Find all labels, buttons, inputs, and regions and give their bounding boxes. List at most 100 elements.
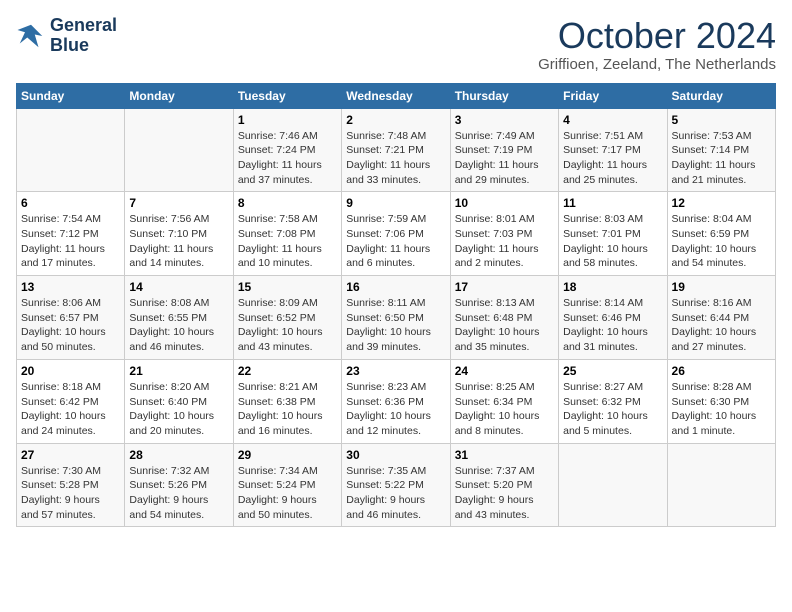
day-number: 18 xyxy=(563,280,662,294)
day-info: Sunrise: 8:28 AM Sunset: 6:30 PM Dayligh… xyxy=(672,380,771,439)
day-number: 30 xyxy=(346,448,445,462)
day-info: Sunrise: 8:16 AM Sunset: 6:44 PM Dayligh… xyxy=(672,296,771,355)
calendar-cell: 26Sunrise: 8:28 AM Sunset: 6:30 PM Dayli… xyxy=(667,359,775,443)
logo-text: General Blue xyxy=(50,16,117,56)
calendar-week-row: 20Sunrise: 8:18 AM Sunset: 6:42 PM Dayli… xyxy=(17,359,776,443)
calendar-cell: 14Sunrise: 8:08 AM Sunset: 6:55 PM Dayli… xyxy=(125,276,233,360)
day-info: Sunrise: 7:53 AM Sunset: 7:14 PM Dayligh… xyxy=(672,129,771,188)
calendar-cell: 20Sunrise: 8:18 AM Sunset: 6:42 PM Dayli… xyxy=(17,359,125,443)
calendar-cell: 7 Sunrise: 7:56 AM Sunset: 7:10 PM Daylig… xyxy=(125,192,233,276)
weekday-header-row: SundayMondayTuesdayWednesdayThursdayFrid… xyxy=(17,83,776,108)
calendar-cell: 30 Sunrise: 7:35 AM Sunset: 5:22 PM Dayli… xyxy=(342,443,450,527)
day-number: 16 xyxy=(346,280,445,294)
day-info: Sunrise: 7:30 AM Sunset: 5:28 PM Dayligh… xyxy=(21,464,120,523)
logo-icon xyxy=(16,21,46,51)
logo: General Blue xyxy=(16,16,117,56)
day-number: 9 xyxy=(346,196,445,210)
calendar-cell: 18 Sunrise: 8:14 AM Sunset: 6:46 PM Dayli… xyxy=(559,276,667,360)
day-number: 11 xyxy=(563,196,662,210)
calendar-cell: 11 Sunrise: 8:03 AM Sunset: 7:01 PM Dayli… xyxy=(559,192,667,276)
day-info: Sunrise: 8:11 AM Sunset: 6:50 PM Dayligh… xyxy=(346,296,445,355)
calendar-cell: 13 Sunrise: 8:06 AM Sunset: 6:57 PM Dayli… xyxy=(17,276,125,360)
day-number: 28 xyxy=(129,448,228,462)
day-info: Sunrise: 8:04 AM Sunset: 6:59 PM Dayligh… xyxy=(672,212,771,271)
day-number: 19 xyxy=(672,280,771,294)
day-number: 25 xyxy=(563,364,662,378)
calendar-cell: 28 Sunrise: 7:32 AM Sunset: 5:26 PM Dayli… xyxy=(125,443,233,527)
day-info: Sunrise: 7:32 AM Sunset: 5:26 PM Dayligh… xyxy=(129,464,228,523)
day-number: 22 xyxy=(238,364,337,378)
day-info: Sunrise: 8:08 AM Sunset: 6:55 PM Dayligh… xyxy=(129,296,228,355)
weekday-header: Monday xyxy=(125,83,233,108)
calendar-cell: 25 Sunrise: 8:27 AM Sunset: 6:32 PM Dayli… xyxy=(559,359,667,443)
calendar-cell: 23Sunrise: 8:23 AM Sunset: 6:36 PM Dayli… xyxy=(342,359,450,443)
day-info: Sunrise: 8:27 AM Sunset: 6:32 PM Dayligh… xyxy=(563,380,662,439)
day-info: Sunrise: 8:14 AM Sunset: 6:46 PM Dayligh… xyxy=(563,296,662,355)
day-number: 23 xyxy=(346,364,445,378)
day-info: Sunrise: 7:59 AM Sunset: 7:06 PM Dayligh… xyxy=(346,212,445,271)
day-info: Sunrise: 8:18 AM Sunset: 6:42 PM Dayligh… xyxy=(21,380,120,439)
calendar-cell: 15 Sunrise: 8:09 AM Sunset: 6:52 PM Dayli… xyxy=(233,276,341,360)
day-number: 5 xyxy=(672,113,771,127)
day-info: Sunrise: 8:25 AM Sunset: 6:34 PM Dayligh… xyxy=(455,380,554,439)
day-info: Sunrise: 7:54 AM Sunset: 7:12 PM Dayligh… xyxy=(21,212,120,271)
calendar-cell: 5 Sunrise: 7:53 AM Sunset: 7:14 PM Daylig… xyxy=(667,108,775,192)
day-number: 13 xyxy=(21,280,120,294)
calendar-cell: 2 Sunrise: 7:48 AM Sunset: 7:21 PM Daylig… xyxy=(342,108,450,192)
calendar-cell: 19 Sunrise: 8:16 AM Sunset: 6:44 PM Dayli… xyxy=(667,276,775,360)
weekday-header: Saturday xyxy=(667,83,775,108)
day-number: 7 xyxy=(129,196,228,210)
day-number: 15 xyxy=(238,280,337,294)
calendar-cell: 22 Sunrise: 8:21 AM Sunset: 6:38 PM Dayli… xyxy=(233,359,341,443)
calendar-week-row: 6 Sunrise: 7:54 AM Sunset: 7:12 PM Daylig… xyxy=(17,192,776,276)
calendar-cell: 9 Sunrise: 7:59 AM Sunset: 7:06 PM Daylig… xyxy=(342,192,450,276)
calendar-cell xyxy=(125,108,233,192)
calendar-cell: 17Sunrise: 8:13 AM Sunset: 6:48 PM Dayli… xyxy=(450,276,558,360)
calendar-week-row: 13 Sunrise: 8:06 AM Sunset: 6:57 PM Dayli… xyxy=(17,276,776,360)
day-number: 12 xyxy=(672,196,771,210)
calendar-week-row: 27 Sunrise: 7:30 AM Sunset: 5:28 PM Dayli… xyxy=(17,443,776,527)
day-number: 24 xyxy=(455,364,554,378)
day-info: Sunrise: 8:21 AM Sunset: 6:38 PM Dayligh… xyxy=(238,380,337,439)
day-info: Sunrise: 7:37 AM Sunset: 5:20 PM Dayligh… xyxy=(455,464,554,523)
day-info: Sunrise: 7:56 AM Sunset: 7:10 PM Dayligh… xyxy=(129,212,228,271)
calendar-cell: 16 Sunrise: 8:11 AM Sunset: 6:50 PM Dayli… xyxy=(342,276,450,360)
day-number: 21 xyxy=(129,364,228,378)
weekday-header: Tuesday xyxy=(233,83,341,108)
day-info: Sunrise: 7:34 AM Sunset: 5:24 PM Dayligh… xyxy=(238,464,337,523)
day-number: 1 xyxy=(238,113,337,127)
day-info: Sunrise: 8:20 AM Sunset: 6:40 PM Dayligh… xyxy=(129,380,228,439)
day-info: Sunrise: 8:03 AM Sunset: 7:01 PM Dayligh… xyxy=(563,212,662,271)
day-info: Sunrise: 7:51 AM Sunset: 7:17 PM Dayligh… xyxy=(563,129,662,188)
calendar-cell xyxy=(17,108,125,192)
day-number: 6 xyxy=(21,196,120,210)
calendar-cell: 8 Sunrise: 7:58 AM Sunset: 7:08 PM Daylig… xyxy=(233,192,341,276)
day-number: 31 xyxy=(455,448,554,462)
calendar-week-row: 1Sunrise: 7:46 AM Sunset: 7:24 PM Daylig… xyxy=(17,108,776,192)
day-info: Sunrise: 8:09 AM Sunset: 6:52 PM Dayligh… xyxy=(238,296,337,355)
calendar-cell: 12 Sunrise: 8:04 AM Sunset: 6:59 PM Dayli… xyxy=(667,192,775,276)
day-number: 3 xyxy=(455,113,554,127)
day-number: 29 xyxy=(238,448,337,462)
month-title: October 2024 xyxy=(538,16,776,56)
day-number: 27 xyxy=(21,448,120,462)
calendar-cell: 29 Sunrise: 7:34 AM Sunset: 5:24 PM Dayli… xyxy=(233,443,341,527)
day-info: Sunrise: 8:06 AM Sunset: 6:57 PM Dayligh… xyxy=(21,296,120,355)
weekday-header: Friday xyxy=(559,83,667,108)
day-number: 4 xyxy=(563,113,662,127)
weekday-header: Sunday xyxy=(17,83,125,108)
title-section: October 2024 Griffioen, Zeeland, The Net… xyxy=(538,16,776,73)
day-info: Sunrise: 7:35 AM Sunset: 5:22 PM Dayligh… xyxy=(346,464,445,523)
location-text: Griffioen, Zeeland, The Netherlands xyxy=(538,56,776,73)
day-info: Sunrise: 7:48 AM Sunset: 7:21 PM Dayligh… xyxy=(346,129,445,188)
day-number: 17 xyxy=(455,280,554,294)
day-info: Sunrise: 7:49 AM Sunset: 7:19 PM Dayligh… xyxy=(455,129,554,188)
calendar-cell: 1Sunrise: 7:46 AM Sunset: 7:24 PM Daylig… xyxy=(233,108,341,192)
calendar-cell: 24 Sunrise: 8:25 AM Sunset: 6:34 PM Dayli… xyxy=(450,359,558,443)
calendar-table: SundayMondayTuesdayWednesdayThursdayFrid… xyxy=(16,83,776,528)
calendar-cell: 3 Sunrise: 7:49 AM Sunset: 7:19 PM Daylig… xyxy=(450,108,558,192)
day-info: Sunrise: 7:58 AM Sunset: 7:08 PM Dayligh… xyxy=(238,212,337,271)
day-number: 2 xyxy=(346,113,445,127)
calendar-cell: 6 Sunrise: 7:54 AM Sunset: 7:12 PM Daylig… xyxy=(17,192,125,276)
day-number: 8 xyxy=(238,196,337,210)
